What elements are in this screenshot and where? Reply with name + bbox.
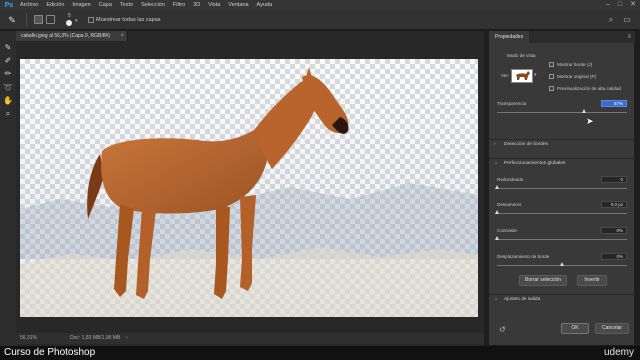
brush-size-value: 5 <box>68 13 71 19</box>
options-right-icons: ⌕ ▭ <box>606 15 632 25</box>
hand-icon[interactable]: ✋ <box>3 96 13 106</box>
quick-selection-brush-icon[interactable]: ✎ <box>3 43 13 53</box>
new-selection-mode-icon[interactable] <box>34 15 43 24</box>
hq-preview-checkbox[interactable] <box>549 86 554 91</box>
udemy-logo: udemy <box>603 347 634 358</box>
chevron-down-icon: ⌄ <box>494 296 499 302</box>
canvas-image <box>20 59 478 317</box>
menu-imagen[interactable]: Imagen <box>72 2 90 8</box>
document-area: caballo.jpeg al 56,3% (Capa 0, RGB/8#) × <box>16 31 484 346</box>
edge-detection-section[interactable]: › Detección de bordes <box>489 139 635 149</box>
smooth-slider-track[interactable] <box>497 188 627 189</box>
show-original-checkbox[interactable] <box>549 74 554 79</box>
properties-panel: Propiedades ≡ Modo de vista Ver: ▾ Mostr… <box>488 31 635 345</box>
tab-properties[interactable]: Propiedades <box>489 31 530 43</box>
quick-selection-tool-icon[interactable]: ✎ <box>6 14 18 26</box>
clear-selection-button[interactable]: Borrar selección <box>519 275 567 286</box>
panel-menu-icon[interactable]: ≡ <box>627 31 631 43</box>
minimize-icon[interactable]: – <box>606 1 610 9</box>
sample-all-layers-checkbox[interactable] <box>88 17 94 23</box>
mouse-cursor-icon: ➤ <box>586 116 594 126</box>
contrast-label: Contraste <box>497 228 517 233</box>
cancel-button[interactable]: Cancelar <box>595 323 629 334</box>
add-to-selection-icon[interactable] <box>46 15 55 24</box>
contrast-slider-track[interactable] <box>497 239 627 240</box>
show-edge-checkbox[interactable] <box>549 62 554 67</box>
horse-thumbnail-icon <box>516 71 530 80</box>
status-bar: 56,31% Doc: 1,83 MB/1,96 MB › <box>16 333 484 344</box>
smooth-slider-knob[interactable] <box>494 185 499 189</box>
feather-field[interactable]: 0,0 px <box>601 201 627 208</box>
transparency-slider-knob[interactable] <box>581 109 586 113</box>
menu-filtro[interactable]: Filtro <box>173 2 185 8</box>
tools-panel: ✎ ✐ ✏ ➰ ✋ ⌕ <box>0 31 16 346</box>
document-tab-title: caballo.jpeg al 56,3% (Capa 0, RGB/8#) <box>21 33 110 39</box>
document-info: Doc: 1,83 MB/1,96 MB <box>70 335 121 341</box>
brush-preview-icon[interactable] <box>66 20 72 26</box>
shift-edge-label: Desplazamiento de borde <box>497 254 550 259</box>
transparency-slider-track[interactable] <box>497 112 627 113</box>
smooth-label: Redondeado <box>497 177 524 182</box>
menu-ventana[interactable]: Ventana <box>228 2 248 8</box>
shift-edge-field[interactable]: 0% <box>601 253 627 260</box>
view-label: Ver: <box>501 73 510 78</box>
output-settings-section[interactable]: ⌄ Ajustes de salida <box>489 294 635 304</box>
menu-3d[interactable]: 3D <box>193 2 200 8</box>
course-title: Curso de Photoshop <box>4 347 96 358</box>
view-mode-label: Modo de vista <box>507 53 536 58</box>
show-edge-label: Mostrar borde (J) <box>557 62 593 67</box>
contrast-slider-knob[interactable] <box>494 236 499 240</box>
zoom-level[interactable]: 56,31% <box>20 333 37 344</box>
transparency-label: Transparencia <box>497 101 527 106</box>
menu-ayuda[interactable]: Ayuda <box>257 2 273 8</box>
menu-capa[interactable]: Capa <box>99 2 112 8</box>
close-icon[interactable]: ✕ <box>630 1 636 9</box>
invert-button[interactable]: Invertir <box>577 275 607 286</box>
divider <box>26 13 27 27</box>
ok-button[interactable]: OK <box>561 323 589 334</box>
document-tab[interactable]: caballo.jpeg al 56,3% (Capa 0, RGB/8#) × <box>16 31 128 41</box>
close-icon[interactable]: × <box>120 31 124 41</box>
show-original-label: Mostrar original (P) <box>557 74 597 79</box>
chevron-right-icon: › <box>494 141 496 147</box>
edge-detection-label: Detección de bordes <box>504 142 548 147</box>
image-canvas[interactable] <box>20 59 478 317</box>
caption-bar: Curso de Photoshop udemy <box>0 346 640 360</box>
menu-seleccion[interactable]: Selección <box>141 2 165 8</box>
feather-slider-knob[interactable] <box>494 210 499 214</box>
menu-bar: Ps Archivo Edición Imagen Capa Texto Sel… <box>0 0 640 10</box>
smooth-field[interactable]: 0 <box>601 176 627 183</box>
menu-edicion[interactable]: Edición <box>46 2 64 8</box>
brush-icon[interactable]: ✏ <box>3 69 13 79</box>
transparency-field[interactable]: 67% <box>601 100 627 107</box>
contrast-field[interactable]: 0% <box>601 227 627 234</box>
photoshop-logo: Ps <box>4 1 14 9</box>
chevron-down-icon[interactable]: ▾ <box>75 18 78 24</box>
chevron-right-icon[interactable]: › <box>126 333 128 344</box>
global-refinements-label: Perfeccionamientos globales <box>504 161 566 166</box>
hq-preview-label: Previsualización de alta calidad <box>557 86 622 91</box>
sample-all-layers-label: Muestrear todas las capas <box>96 17 161 23</box>
chevron-down-icon: ⌄ <box>494 160 499 166</box>
maximize-icon[interactable]: □ <box>618 1 622 9</box>
feather-label: Desvanecer <box>497 202 522 207</box>
refine-edge-brush-icon[interactable]: ✐ <box>3 56 13 66</box>
view-mode-thumbnail[interactable] <box>511 69 533 83</box>
feather-slider-track[interactable] <box>497 213 627 214</box>
chevron-down-icon[interactable]: ▾ <box>534 72 537 78</box>
reset-icon[interactable]: ↺ <box>499 325 506 334</box>
window-controls: – □ ✕ <box>606 1 636 9</box>
global-refinements-section[interactable]: ⌄ Perfeccionamientos globales <box>489 158 635 168</box>
menu-texto[interactable]: Texto <box>120 2 133 8</box>
output-settings-label: Ajustes de salida <box>504 297 541 302</box>
options-bar: ✎ 5 ▾ Muestrear todas las capas ⌕ ▭ <box>0 10 640 30</box>
search-icon[interactable]: ⌕ <box>606 15 616 25</box>
workspace-icon[interactable]: ▭ <box>622 15 632 25</box>
lasso-icon[interactable]: ➰ <box>3 83 13 93</box>
panel-tabbar: Propiedades ≡ <box>489 31 635 43</box>
shift-edge-slider-knob[interactable] <box>559 262 564 266</box>
menu-vista[interactable]: Vista <box>208 2 220 8</box>
zoom-icon[interactable]: ⌕ <box>3 109 13 119</box>
menu-archivo[interactable]: Archivo <box>20 2 38 8</box>
